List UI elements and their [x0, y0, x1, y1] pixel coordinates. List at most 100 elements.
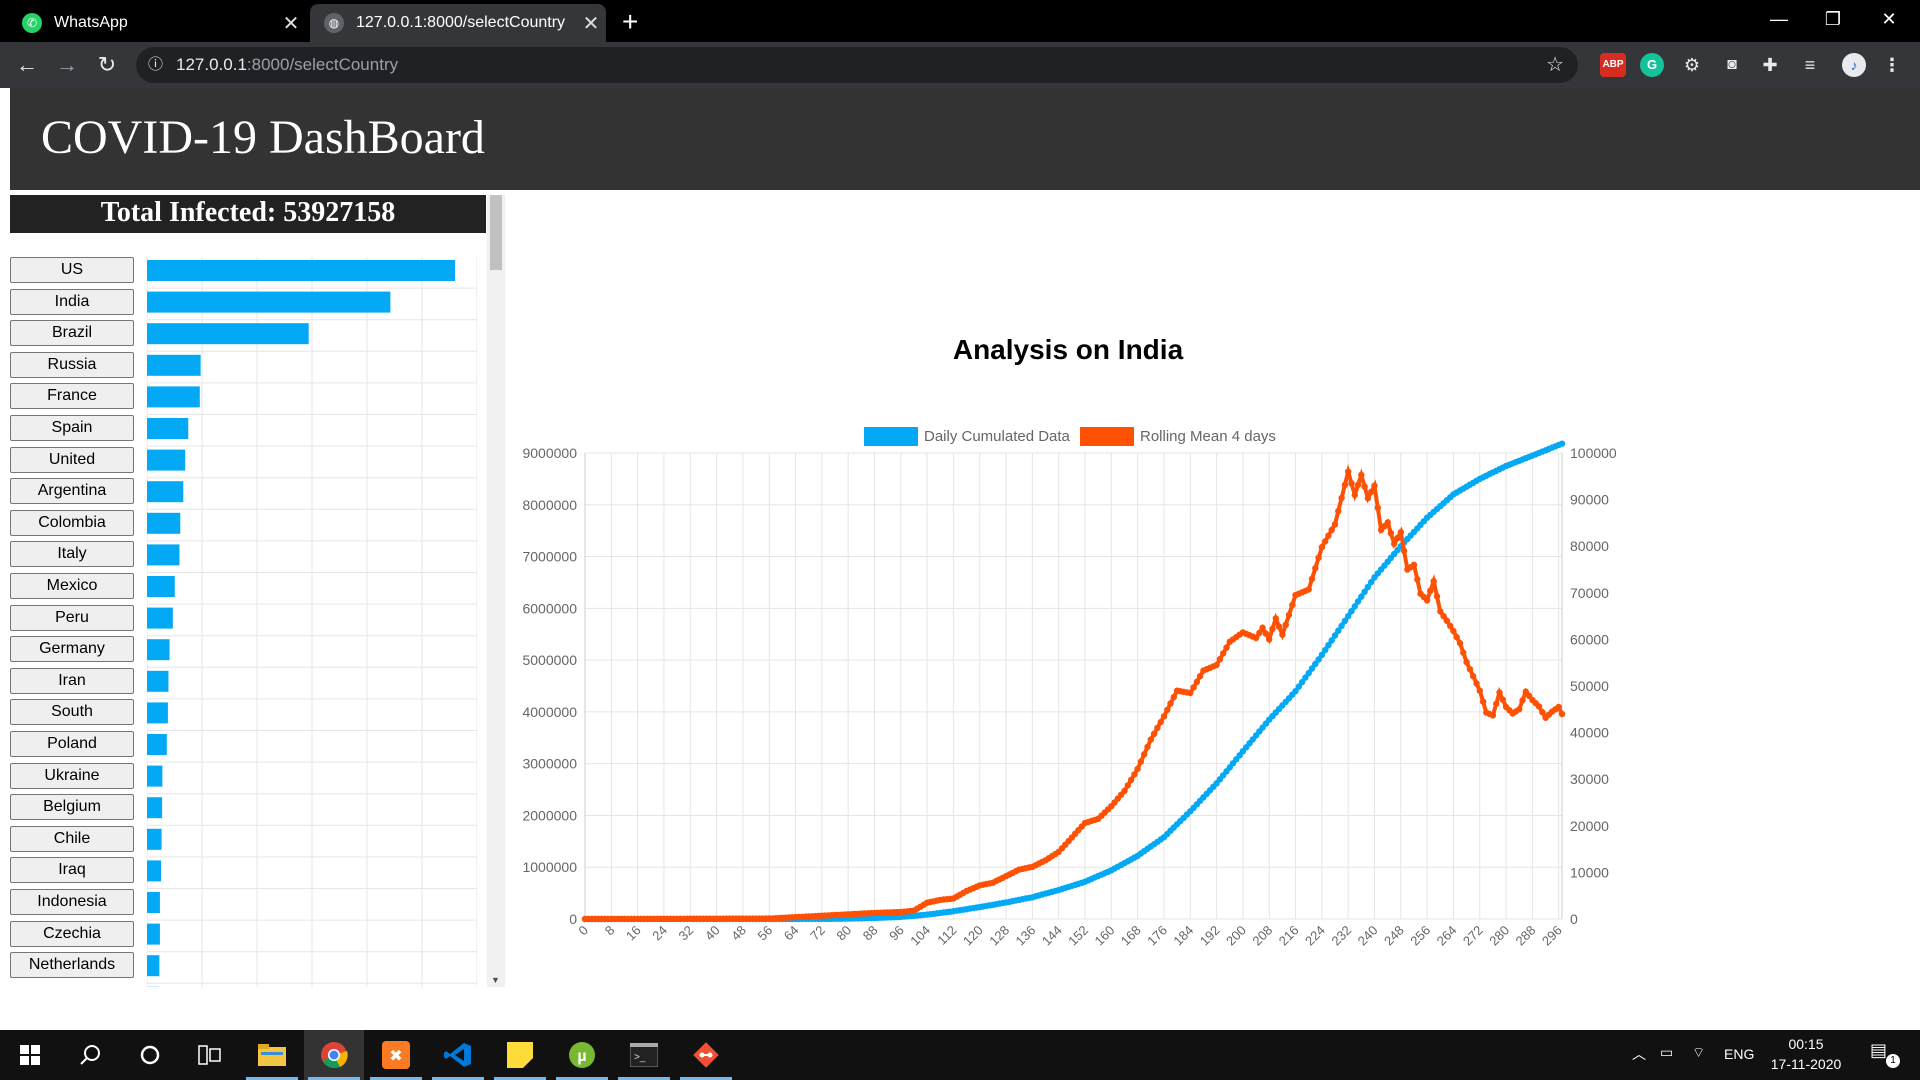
data-point[interactable]: [1328, 526, 1335, 534]
data-point[interactable]: [1134, 765, 1141, 773]
data-point[interactable]: [1305, 586, 1312, 593]
restore-icon[interactable]: ❐: [1808, 2, 1858, 36]
data-point[interactable]: [1387, 530, 1395, 537]
country-button[interactable]: Russia: [10, 351, 134, 378]
country-button[interactable]: Colombia: [10, 509, 134, 536]
new-tab-button[interactable]: +: [622, 6, 638, 38]
close-tab-icon[interactable]: ✕: [276, 11, 306, 36]
data-point[interactable]: [1269, 625, 1276, 633]
data-point[interactable]: [1433, 593, 1441, 600]
data-point[interactable]: [1427, 587, 1434, 594]
country-button[interactable]: US: [10, 257, 134, 283]
data-point[interactable]: [1322, 538, 1329, 545]
notification-icon[interactable]: ▤: [1870, 1040, 1887, 1061]
data-point[interactable]: [1308, 575, 1316, 583]
country-button[interactable]: Brazil: [10, 320, 134, 347]
data-point[interactable]: [1164, 706, 1171, 714]
data-point[interactable]: [1272, 615, 1279, 622]
country-bar[interactable]: [147, 260, 455, 281]
data-point[interactable]: [1519, 697, 1526, 704]
data-point[interactable]: [1160, 713, 1168, 720]
data-point[interactable]: [1539, 708, 1546, 716]
country-bar[interactable]: [147, 323, 309, 345]
country-bar[interactable]: [147, 354, 201, 376]
country-button[interactable]: South: [10, 699, 134, 726]
clock-time[interactable]: 00:15: [1772, 1036, 1840, 1052]
data-point[interactable]: [1555, 703, 1562, 711]
data-point[interactable]: [1374, 504, 1381, 511]
country-button[interactable]: Czechia: [10, 920, 134, 947]
data-point[interactable]: [1493, 700, 1500, 708]
data-point[interactable]: [1450, 627, 1457, 635]
address-bar[interactable]: ⓘ 127.0.0.1:8000/selectCountry ☆: [136, 47, 1578, 83]
vscode-icon[interactable]: [428, 1030, 488, 1080]
country-button[interactable]: Spain: [10, 415, 134, 441]
tab-select-country[interactable]: ◍ 127.0.0.1:8000/selectCountry ✕: [310, 4, 606, 42]
data-point[interactable]: [1190, 684, 1197, 691]
data-point[interactable]: [1331, 521, 1339, 528]
data-point[interactable]: [1489, 712, 1497, 719]
country-button[interactable]: Iran: [10, 667, 134, 694]
country-button[interactable]: Ukraine: [10, 762, 134, 789]
data-point[interactable]: [1397, 529, 1404, 536]
data-point[interactable]: [1473, 680, 1480, 687]
country-bar[interactable]: [147, 418, 189, 439]
git-icon[interactable]: [676, 1030, 736, 1080]
battery-icon[interactable]: ▭: [1660, 1044, 1673, 1061]
data-point[interactable]: [1325, 532, 1332, 539]
data-point[interactable]: [1558, 710, 1566, 718]
country-button[interactable]: Mexico: [10, 573, 134, 599]
search-icon[interactable]: [60, 1030, 120, 1080]
country-button[interactable]: Netherlands: [10, 952, 134, 979]
country-button[interactable]: Indonesia: [10, 889, 134, 915]
data-point[interactable]: [1335, 507, 1342, 515]
country-bar[interactable]: [147, 702, 168, 724]
country-button[interactable]: Peru: [10, 604, 134, 631]
country-bar[interactable]: [147, 797, 163, 819]
data-point[interactable]: [1266, 636, 1273, 643]
data-point[interactable]: [1456, 639, 1464, 647]
data-point[interactable]: [1213, 661, 1220, 669]
data-point[interactable]: [1144, 743, 1151, 751]
data-point[interactable]: [1466, 666, 1474, 673]
country-bar[interactable]: [147, 386, 200, 408]
forward-arrow-icon[interactable]: →: [52, 50, 82, 80]
country-bar[interactable]: [147, 892, 160, 913]
data-point[interactable]: [1282, 621, 1289, 628]
country-bar[interactable]: [147, 512, 181, 534]
chevron-up-icon[interactable]: ︿: [1632, 1044, 1646, 1064]
data-point[interactable]: [1460, 649, 1467, 656]
data-point[interactable]: [1535, 703, 1543, 710]
legend-label[interactable]: Daily Cumulated Data: [924, 428, 1071, 445]
back-arrow-icon[interactable]: ←: [12, 50, 42, 80]
data-point[interactable]: [1423, 597, 1431, 604]
terminal-icon[interactable]: >_: [614, 1030, 674, 1080]
data-point[interactable]: [1391, 540, 1398, 548]
country-button[interactable]: United: [10, 446, 134, 473]
data-point[interactable]: [1364, 495, 1372, 502]
data-point[interactable]: [1463, 659, 1470, 666]
data-point[interactable]: [1476, 687, 1483, 694]
data-point[interactable]: [1410, 561, 1418, 568]
chrome-icon[interactable]: [304, 1030, 364, 1080]
adblock-icon[interactable]: ABP: [1600, 53, 1626, 77]
country-bar[interactable]: [147, 449, 186, 471]
country-bar[interactable]: [147, 765, 163, 787]
data-point[interactable]: [1394, 534, 1401, 542]
country-bar[interactable]: [147, 734, 167, 755]
menu-icon[interactable]: ⋮: [1880, 53, 1904, 77]
country-button[interactable]: Iraq: [10, 857, 134, 884]
country-bar[interactable]: [147, 923, 160, 945]
data-point[interactable]: [1338, 494, 1345, 502]
data-point[interactable]: [1127, 776, 1135, 784]
country-bar[interactable]: [147, 955, 160, 977]
data-point[interactable]: [1371, 482, 1378, 489]
country-button[interactable]: Belgium: [10, 794, 134, 821]
minimize-icon[interactable]: —: [1754, 2, 1804, 36]
data-point[interactable]: [1351, 491, 1358, 499]
grammarly-icon[interactable]: G: [1640, 53, 1664, 77]
country-bar[interactable]: [147, 670, 169, 692]
utorrent-icon[interactable]: µ: [552, 1030, 612, 1080]
country-button[interactable]: Argentina: [10, 478, 134, 505]
data-point[interactable]: [1137, 758, 1145, 765]
